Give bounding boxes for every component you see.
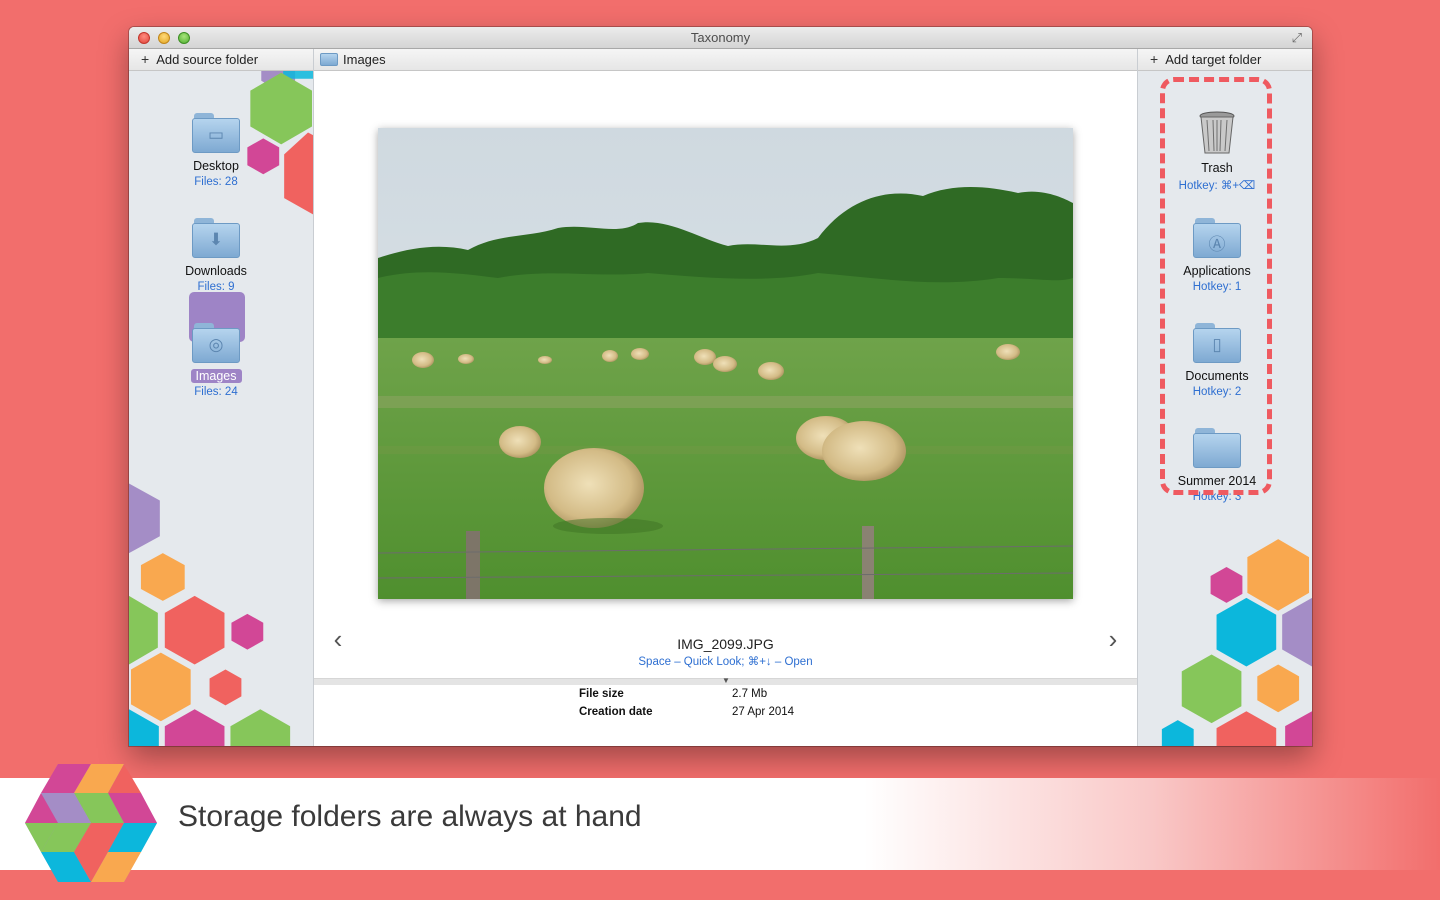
path-label: Images (343, 52, 386, 67)
banner-tagline: Storage folders are always at hand (178, 800, 642, 833)
fullscreen-icon[interactable]: ⤢ (1292, 30, 1302, 46)
hexagon-shape (1282, 597, 1312, 667)
info-row-file-size: File size 2.7 Mb (579, 688, 767, 700)
hexagon-shape (230, 709, 291, 746)
source-sidebar: + Add source folder ▭ Desktop Files: 28 (129, 49, 314, 746)
source-folder-downloads[interactable]: ⬇ Downloads Files: 9 (151, 218, 281, 293)
info-value: 27 Apr 2014 (732, 706, 795, 718)
image-preview[interactable] (378, 128, 1073, 599)
shortcut-hint: Space – Quick Look; ⌘+↓ – Open (638, 656, 813, 668)
hexagon-shape (1257, 664, 1300, 713)
info-label: Creation date (579, 706, 653, 718)
add-target-folder-button[interactable]: + Add target folder (1138, 49, 1312, 71)
source-folder-images[interactable]: ◎ Images Files: 24 (151, 323, 281, 398)
folder-file-count: Files: 9 (197, 281, 235, 293)
hexagon-shape (1161, 720, 1194, 746)
taxonomy-logo-icon (25, 764, 157, 882)
preview-pane: ▸ Images (305, 49, 1137, 746)
add-source-folder-button[interactable]: + Add source folder (129, 49, 313, 71)
info-label: File size (579, 688, 624, 700)
images-folder-icon: ◎ (192, 323, 240, 363)
plus-icon: + (141, 51, 150, 67)
hexagon-shape (1210, 567, 1243, 603)
images-folder-icon (320, 53, 338, 66)
target-folders-highlight (1160, 77, 1272, 495)
title-bar: Taxonomy ⤢ (129, 27, 1312, 49)
hexagon-shape (1216, 711, 1277, 746)
file-name: IMG_2099.JPG (677, 636, 774, 652)
hay-field-photo (378, 128, 1073, 599)
folder-name: Downloads (185, 264, 247, 278)
hexagon-shape (140, 553, 185, 601)
hexagon-shape (1285, 711, 1312, 746)
path-bar: ▸ Images (305, 49, 1137, 71)
folder-file-count: Files: 24 (194, 386, 238, 398)
hexagon-shape (1216, 597, 1277, 667)
hexagon-shape (164, 595, 225, 665)
hexagon-shape (130, 652, 191, 722)
folder-name: Desktop (193, 159, 239, 173)
hexagon-shape (209, 669, 242, 706)
window-title: Taxonomy (690, 30, 751, 45)
hexagon-shape (284, 132, 313, 215)
hexagon-shape (1181, 654, 1242, 724)
app-window: Taxonomy ⤢ + Add source folder ▭ Desktop… (129, 27, 1312, 746)
add-source-folder-label: Add source folder (156, 52, 259, 67)
downloads-folder-icon: ⬇ (192, 218, 240, 258)
hexagon-shape (1247, 539, 1310, 611)
desktop-folder-icon: ▭ (192, 113, 240, 153)
hexagon-shape (129, 595, 158, 665)
triangle-down-icon[interactable]: ▼ (722, 676, 730, 685)
hexagon-shape (129, 483, 160, 554)
hexagon-shape (164, 709, 225, 746)
folder-name: Images (190, 369, 242, 383)
hexagon-shape (231, 613, 264, 650)
info-row-creation-date: Creation date 27 Apr 2014 (579, 706, 794, 718)
info-value: 2.7 Mb (732, 688, 768, 700)
plus-icon: + (1150, 51, 1159, 67)
folder-file-count: Files: 28 (194, 176, 238, 188)
source-folder-desktop[interactable]: ▭ Desktop Files: 28 (151, 113, 281, 188)
add-target-folder-label: Add target folder (1165, 52, 1262, 67)
